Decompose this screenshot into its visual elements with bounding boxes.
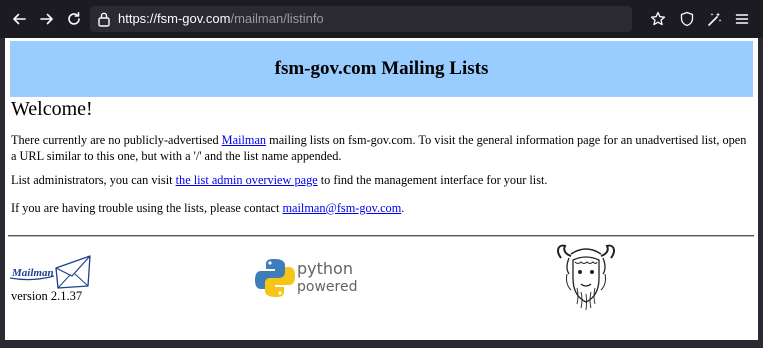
mailman-link[interactable]: Mailman — [222, 133, 266, 147]
url-bar[interactable]: https://fsm-gov.com/mailman/listinfo — [90, 6, 632, 32]
version-text: version 2.1.37 — [11, 289, 83, 303]
bookmark-star-icon[interactable] — [649, 10, 667, 28]
admin-paragraph: List administrators, you can visit the l… — [11, 172, 751, 188]
welcome-heading: Welcome! — [11, 98, 93, 120]
forward-icon[interactable] — [37, 9, 57, 29]
p3-text-before: If you are having trouble using the list… — [11, 201, 283, 215]
mailman-logo[interactable]: Mailman — [9, 252, 95, 290]
menu-icon[interactable] — [733, 10, 751, 28]
horizontal-rule — [8, 235, 754, 237]
contact-paragraph: If you are having trouble using the list… — [11, 200, 751, 216]
shield-icon[interactable] — [678, 10, 696, 28]
contact-email-link[interactable]: mailman@fsm-gov.com — [282, 201, 401, 215]
p2-text-before: List administrators, you can visit — [11, 173, 176, 187]
powered-word: powered — [297, 279, 358, 295]
reload-icon[interactable] — [64, 9, 84, 29]
url-path: /mailman/listinfo — [230, 11, 324, 26]
p2-text-after: to find the management interface for you… — [317, 173, 548, 187]
page-viewport: fsm-gov.com Mailing Lists Welcome! There… — [5, 38, 758, 340]
page-title: fsm-gov.com Mailing Lists — [274, 58, 489, 79]
browser-toolbar: https://fsm-gov.com/mailman/listinfo — [0, 0, 763, 38]
python-powered-logo[interactable]: python powered — [255, 257, 361, 301]
lock-icon[interactable] — [97, 11, 111, 31]
url-host: https://fsm-gov.com — [118, 11, 231, 26]
url-text[interactable]: https://fsm-gov.com/mailman/listinfo — [118, 11, 324, 26]
gnu-logo[interactable] — [555, 244, 617, 312]
p3-text-after: . — [401, 201, 405, 215]
no-lists-paragraph: There currently are no publicly-advertis… — [11, 132, 751, 164]
extensions-icon[interactable] — [706, 10, 724, 28]
page-banner: fsm-gov.com Mailing Lists — [10, 41, 753, 97]
admin-overview-link[interactable]: the list admin overview page — [176, 173, 318, 187]
back-icon[interactable] — [9, 9, 29, 29]
p1-text-before: There currently are no publicly-advertis… — [11, 133, 222, 147]
python-word: python — [297, 259, 353, 278]
